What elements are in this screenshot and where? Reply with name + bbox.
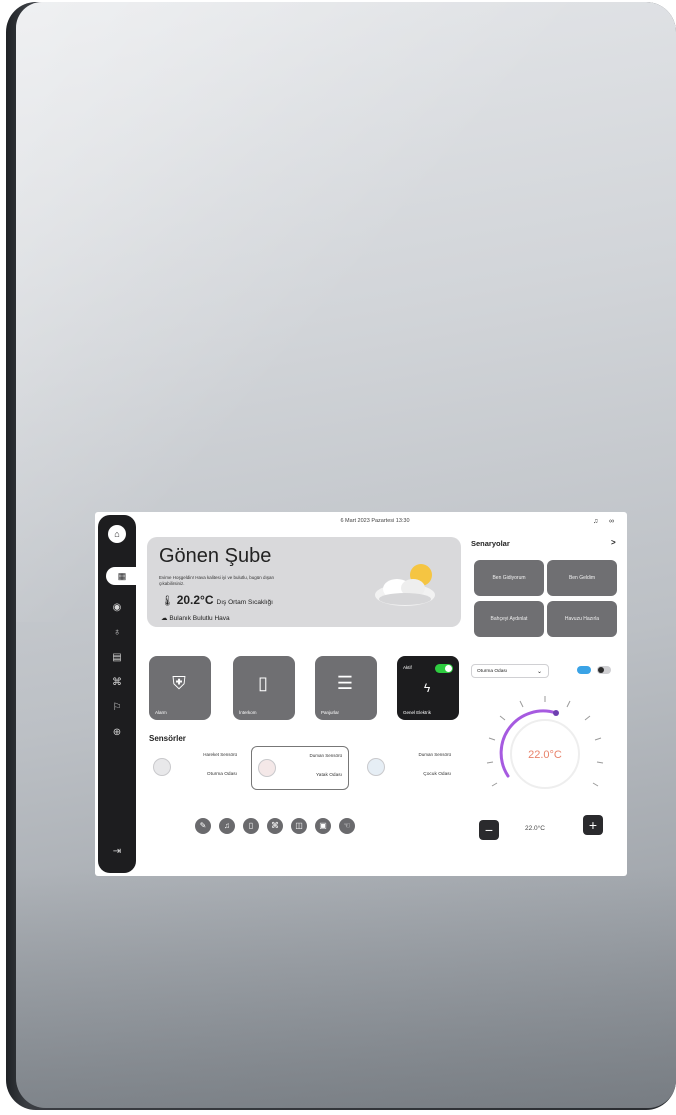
- scenario-button[interactable]: Havuzu Hazırla: [547, 601, 617, 637]
- room-select-value: Oturma Odası: [477, 669, 508, 674]
- decrease-temperature-button[interactable]: −: [479, 820, 499, 840]
- greeting-subtitle: Evime Hoşgeldin! Hava kalitesi iyi ve bu…: [159, 575, 275, 586]
- temperature-label: Dış Ortam Sıcaklığı: [216, 599, 273, 606]
- dial-handle: [553, 710, 559, 716]
- weather-label: Bulanık Bulutlu Hava: [169, 615, 230, 622]
- thermometer-icon: 🌡: [161, 596, 174, 607]
- blinds-tile[interactable]: ☰ Panjurlar: [315, 656, 377, 720]
- greeting-card: Gönen Şube Evime Hoşgeldin! Hava kalites…: [147, 537, 461, 627]
- camera-icon[interactable]: ◉: [110, 601, 124, 615]
- sensor-card[interactable]: Duman Sensörü Yatak Odası: [251, 746, 349, 790]
- sidebar: ⌂ ▦ ◉ ♁ ▤ ⌘ ⚐ ⊕ ⇥: [98, 515, 138, 873]
- set-temperature: 22.0°C: [525, 825, 545, 832]
- power-toggle[interactable]: [435, 664, 453, 673]
- door-icon[interactable]: ◫: [291, 818, 307, 834]
- logout-icon[interactable]: ⇥: [110, 845, 124, 859]
- sensor-card[interactable]: Hareket Sensörü Oturma Odası: [147, 746, 243, 788]
- sensors-section: Sensörler Hareket Sensörü Oturma Odası D…: [147, 730, 461, 792]
- touch-screen: ⌂ ▦ ◉ ♁ ▤ ⌘ ⚐ ⊕ ⇥ 6 Mart 2023 Pazartesi …: [95, 512, 627, 876]
- blinds-label: Panjurlar: [321, 710, 340, 715]
- scenario-button[interactable]: Ben Gidiyorum: [474, 560, 544, 596]
- weather-status: ☁ Bulanık Bulutlu Hava: [161, 614, 230, 622]
- outdoor-temperature: 🌡 20.2°C Dış Ortam Sıcaklığı: [161, 593, 273, 607]
- smoke-sensor-icon: [258, 759, 276, 777]
- remote-icon[interactable]: ▯: [243, 818, 259, 834]
- smoke-sensor-icon: [367, 758, 385, 776]
- intercom-icon: ▯: [258, 673, 268, 693]
- sensor-name: Duman Sensörü: [309, 753, 342, 758]
- hand-icon[interactable]: ☜: [339, 818, 355, 834]
- network-icon[interactable]: ⌘: [110, 676, 124, 690]
- power-tile[interactable]: Aktif ϟ Genel Elektrik: [397, 656, 459, 720]
- increase-temperature-button[interactable]: +: [583, 815, 603, 835]
- scenario-button[interactable]: Ben Geldim: [547, 560, 617, 596]
- temperature-value: 20.2°C: [176, 593, 214, 607]
- thermostat-dial[interactable]: 22.0°C: [480, 688, 610, 818]
- date-time: 6 Mart 2023 Pazartesi 13:30: [340, 518, 410, 524]
- dashboard-icon[interactable]: ▦: [106, 567, 138, 585]
- sensor-room: Yatak Odası: [315, 773, 342, 778]
- blinds-icon[interactable]: ▤: [110, 651, 124, 665]
- mode-toggle[interactable]: [597, 666, 611, 674]
- page-title: Gönen Şube: [159, 545, 272, 567]
- link-icon[interactable]: ∞: [609, 518, 614, 525]
- sensor-card[interactable]: Duman Sensörü Çocuk Odası: [361, 746, 457, 788]
- room-select[interactable]: Oturma Odası ⌄: [471, 664, 549, 678]
- intercom-tile[interactable]: ▯ İnterkom: [233, 656, 295, 720]
- scenarios-title: Senaryolar: [471, 539, 510, 548]
- scenario-button[interactable]: Bahçeyi Aydınlat: [474, 601, 544, 637]
- home-logo-icon[interactable]: ⌂: [108, 525, 126, 543]
- garage-icon[interactable]: ▣: [315, 818, 331, 834]
- alarm-label: Alarm: [155, 710, 167, 715]
- power-label: Genel Elektrik: [403, 710, 432, 715]
- current-temperature: 22.0°C: [528, 749, 562, 761]
- mode-indicator[interactable]: [577, 666, 591, 674]
- bell-icon[interactable]: ♫: [593, 518, 598, 525]
- network-icon[interactable]: ⌘: [267, 818, 283, 834]
- bulb-icon[interactable]: ♁: [110, 626, 124, 640]
- intercom-label: İnterkom: [239, 710, 257, 715]
- sensor-room: Oturma Odası: [206, 772, 237, 777]
- sensor-name: Duman Sensörü: [418, 752, 451, 757]
- chevron-down-icon: ⌄: [536, 669, 542, 675]
- shield-icon: ⛨: [172, 673, 186, 693]
- scenarios-more-arrow[interactable]: >: [611, 538, 616, 547]
- cloud-icon: ☁: [161, 615, 168, 622]
- blinds-icon: ☰: [336, 673, 354, 693]
- wrench-icon[interactable]: ✎: [195, 818, 211, 834]
- settings-icon[interactable]: ⊕: [110, 726, 124, 740]
- alarm-tile[interactable]: ⛨ Alarm: [149, 656, 211, 720]
- sensor-room: Çocuk Odası: [423, 772, 451, 777]
- power-status: Aktif: [403, 665, 412, 670]
- bell-icon[interactable]: ♫: [219, 818, 235, 834]
- weather-illustration: [375, 564, 435, 606]
- sensor-name: Hareket Sensörü: [203, 752, 237, 757]
- sensors-title: Sensörler: [149, 734, 186, 743]
- motion-sensor-icon: [153, 758, 171, 776]
- panel-shading: [16, 868, 676, 1108]
- flag-icon[interactable]: ⚐: [110, 701, 124, 715]
- power-icon: ϟ: [423, 681, 431, 695]
- device-dock: ✎ ♫ ▯ ⌘ ◫ ▣ ☜: [195, 818, 355, 834]
